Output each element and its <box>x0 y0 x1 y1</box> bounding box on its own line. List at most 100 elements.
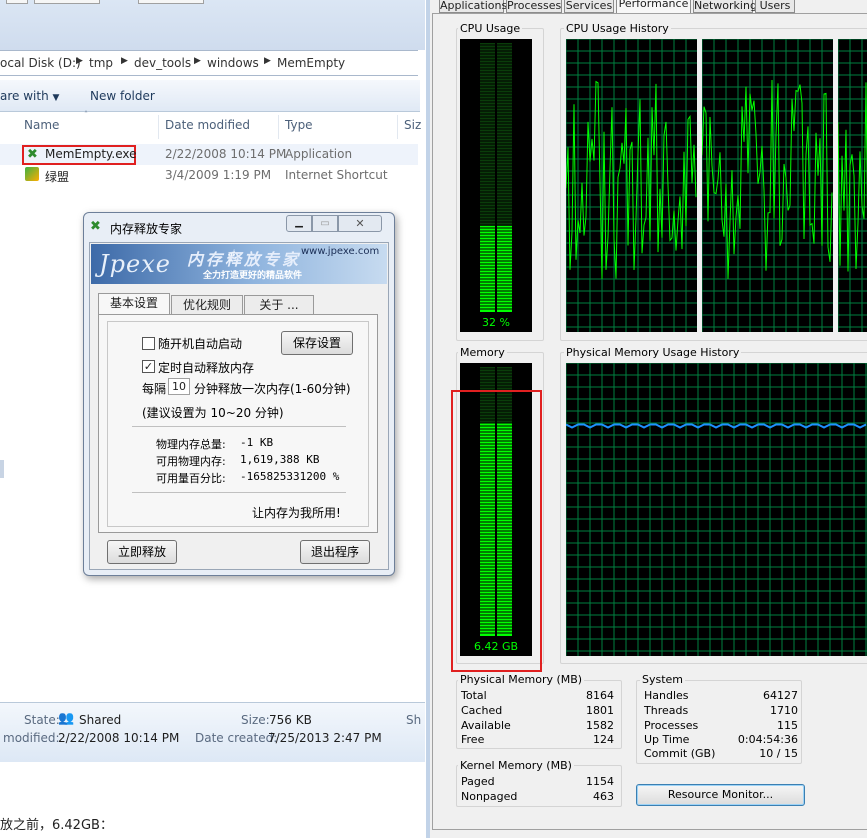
size-label: Size: <box>241 713 270 727</box>
column-divider[interactable] <box>278 115 279 139</box>
modified-label: modified: <box>3 731 60 745</box>
stat-label: Total <box>461 689 487 702</box>
tab-applications[interactable]: Applications <box>439 0 507 13</box>
breadcrumb-item[interactable]: ocal Disk (D:) <box>0 56 81 70</box>
physical-memory-title: Physical Memory (MB) <box>458 673 585 686</box>
timed-release-checkbox[interactable]: ✓ <box>142 360 155 373</box>
share-with-button[interactable]: are with ▼ <box>0 89 59 103</box>
memory-history-plot <box>565 362 867 656</box>
caption-text: 放之前，6.42GB： <box>0 818 113 833</box>
cpu-percent-value: 32 % <box>482 316 510 329</box>
stat-label: Threads <box>644 704 689 717</box>
breadcrumb-item[interactable]: dev_tools <box>134 56 191 70</box>
breadcrumb-chevron-icon[interactable]: ▶ <box>121 56 128 66</box>
exit-button[interactable]: 退出程序 <box>300 540 370 564</box>
breadcrumb-chevron-icon[interactable]: ▶ <box>264 56 271 66</box>
app-icon: ✖ <box>90 219 101 234</box>
slogan-text: 让内存为我所用! <box>252 506 341 520</box>
close-button[interactable]: ✕ <box>338 215 382 232</box>
memory-history-line <box>565 423 867 429</box>
breadcrumb-chevron-icon[interactable]: ▶ <box>194 56 201 66</box>
cpu-usage-meter: 32 % <box>460 39 532 332</box>
tab-networking[interactable]: Networking <box>693 0 757 13</box>
column-header-type[interactable]: Type <box>285 118 313 132</box>
system-title: System <box>640 673 686 686</box>
address-bar[interactable]: ocal Disk (D:) ▶ tmp ▶ dev_tools ▶ windo… <box>0 50 418 76</box>
maximize-button[interactable]: ▭ <box>312 215 338 232</box>
mem-release-dialog: ✖ 内存释放专家 ▁ ▭ ✕ Jpexe 内存释放专家 www.jpexe.co… <box>83 212 395 576</box>
tab-services[interactable]: Services <box>564 0 614 13</box>
divider <box>132 426 346 427</box>
cpu-usage-label: CPU Usage <box>458 22 523 35</box>
share-with-label: are with <box>0 89 49 103</box>
command-bar: are with ▼ New folder <box>0 80 420 112</box>
column-header-name[interactable]: Name <box>24 118 59 132</box>
app-icon: ✖ <box>27 147 38 162</box>
breadcrumb-item[interactable]: windows <box>207 56 259 70</box>
memory-history-graph <box>565 362 867 656</box>
timed-release-label: 定时自动释放内存 <box>158 361 255 375</box>
column-header-date[interactable]: Date modified <box>165 118 250 132</box>
memory-highlight-box <box>451 390 542 672</box>
breadcrumb-chevron-icon[interactable]: ▶ <box>76 56 83 66</box>
banner-url: www.jpexe.com <box>301 246 380 257</box>
percent-label: 可用量百分比: <box>156 472 226 485</box>
explorer-titlebar <box>0 0 425 50</box>
file-type: Application <box>285 147 353 161</box>
cursor-icon: ☝ <box>227 246 237 265</box>
status-bar <box>432 829 867 838</box>
column-header-size[interactable]: Siz <box>404 118 421 132</box>
available-memory-value: 1,619,388 KB <box>240 453 320 466</box>
created-label: Date created: <box>195 731 278 745</box>
tab-about[interactable]: 关于 ... <box>244 295 314 315</box>
dialog-title: 内存释放专家 <box>110 222 183 236</box>
interval-input[interactable]: 10 <box>168 378 190 395</box>
cpu-history-line <box>701 79 833 279</box>
tab-performance[interactable]: Performance <box>616 0 691 14</box>
shortcut-icon <box>25 167 39 181</box>
autostart-checkbox[interactable] <box>142 337 155 350</box>
save-settings-button[interactable]: 保存设置 <box>281 331 353 355</box>
file-row[interactable]: ✖ MemEmpty.exe 2/22/2008 10:14 PM Applic… <box>0 144 418 165</box>
column-divider[interactable] <box>158 115 159 139</box>
cpu-history-graph <box>837 38 867 332</box>
file-date: 2/22/2008 10:14 PM <box>165 147 287 161</box>
created-value: 7/25/2013 2:47 PM <box>268 731 382 745</box>
breadcrumb-item[interactable]: MemEmpty <box>277 56 345 70</box>
column-divider[interactable] <box>397 115 398 139</box>
cpu-history-plot <box>837 38 867 332</box>
release-now-button[interactable]: 立即释放 <box>107 540 177 564</box>
stat-label: Cached <box>461 704 503 717</box>
resource-monitor-button[interactable]: Resource Monitor... <box>636 784 805 806</box>
file-name: 绿盟 <box>45 170 70 184</box>
tab-users[interactable]: Users <box>755 0 795 13</box>
stat-label: Nonpaged <box>461 790 518 803</box>
banner-image: Jpexe 内存释放专家 www.jpexe.com 全力打造更好的精品软件 ☝ <box>91 244 387 284</box>
tab-basic-settings[interactable]: 基本设置 <box>98 293 170 315</box>
breadcrumb-item[interactable]: tmp <box>89 56 113 70</box>
dialog-body: Jpexe 内存释放专家 www.jpexe.com 全力打造更好的精品软件 ☝… <box>89 242 389 570</box>
kernel-memory-title: Kernel Memory (MB) <box>458 759 574 772</box>
cpu-history-graph <box>565 38 697 332</box>
file-row[interactable]: 绿盟 3/4/2009 1:19 PM Internet Shortcut <box>0 165 418 186</box>
minimize-button[interactable]: ▁ <box>286 215 312 232</box>
banner-title: 内存释放专家 <box>187 250 302 269</box>
dropdown-arrow-icon: ▼ <box>52 93 60 103</box>
suggest-text: (建议设置为 10~20 分钟) <box>142 406 284 420</box>
new-folder-button[interactable]: New folder <box>90 89 155 103</box>
stat-value: 1582 <box>586 719 614 732</box>
cpu-history-graph <box>701 38 833 332</box>
cpu-history-plot <box>565 38 697 332</box>
total-memory-value: -1 KB <box>240 436 274 449</box>
autostart-label: 随开机自动启动 <box>158 337 243 351</box>
task-manager-window: Applications Processes Services Performa… <box>426 0 867 838</box>
stat-value: 1710 <box>770 704 798 717</box>
stat-label: Up Time <box>644 733 690 746</box>
stat-value: 115 <box>777 719 798 732</box>
tab-processes[interactable]: Processes <box>506 0 562 13</box>
percent-value: -165825331200 % <box>240 470 340 483</box>
stat-value: 0:04:54:36 <box>737 733 798 746</box>
tab-optimize-rules[interactable]: 优化规则 <box>171 295 243 315</box>
modified-value: 2/22/2008 10:14 PM <box>58 731 180 745</box>
stat-label: Handles <box>644 689 689 702</box>
